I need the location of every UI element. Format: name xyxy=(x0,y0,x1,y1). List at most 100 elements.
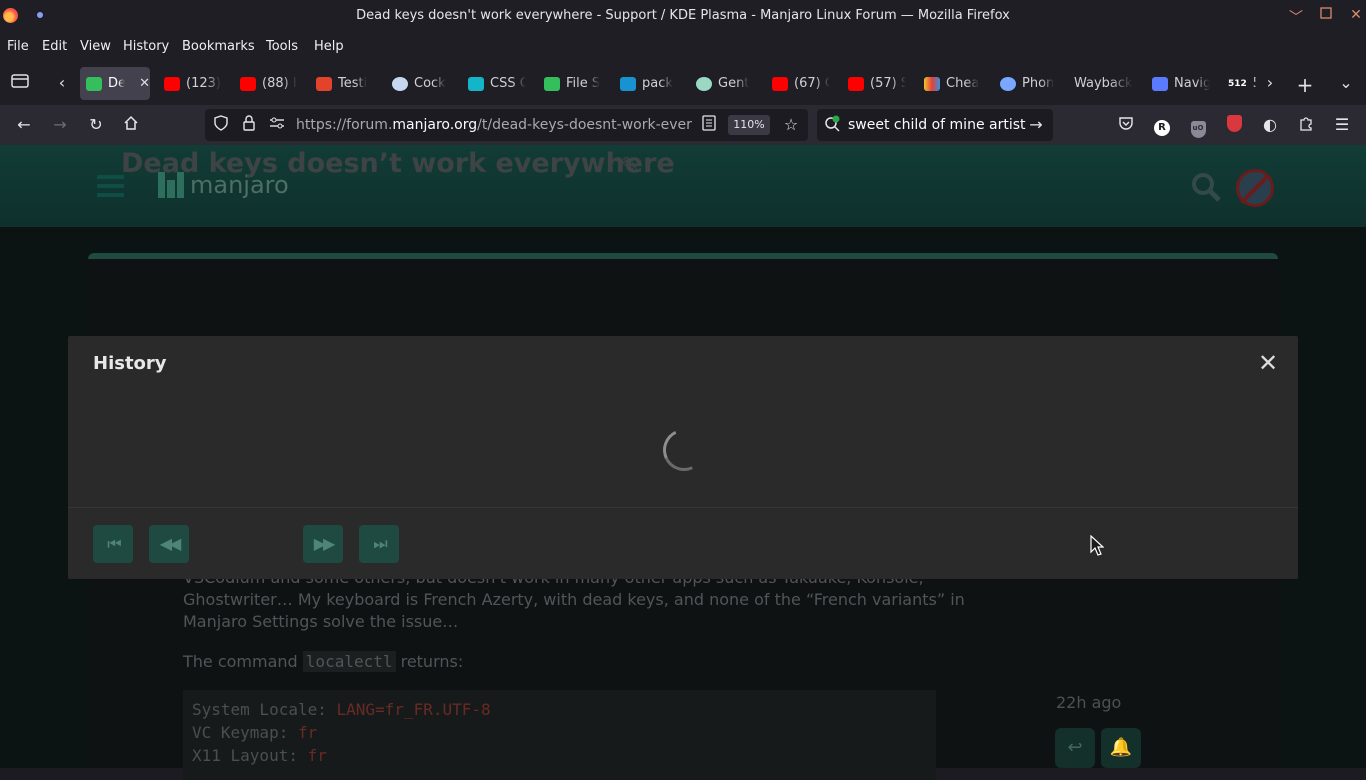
close-window-icon[interactable]: ✕ xyxy=(1348,7,1364,25)
menu-bookmarks[interactable]: Bookmarks xyxy=(182,39,255,54)
tab-youtube-1[interactable]: (123) xyxy=(158,67,228,100)
ublock-origin-icon[interactable]: uO xyxy=(1188,115,1208,138)
menu-edit[interactable]: Edit xyxy=(42,39,67,54)
user-avatar[interactable] xyxy=(1236,169,1274,207)
tracking-protection-shield-icon[interactable] xyxy=(211,115,231,135)
window-title: Dead keys doesn't work everywhere - Supp… xyxy=(356,8,1010,23)
close-modal-icon[interactable]: ✕ xyxy=(1256,350,1280,376)
tab-cheatsheet[interactable]: Chea xyxy=(918,67,988,100)
scroll-tabs-right-icon[interactable]: › xyxy=(1260,73,1280,93)
tab-youtube-4[interactable]: (57) S xyxy=(842,67,912,100)
pocket-icon[interactable] xyxy=(1116,115,1136,135)
code-value: fr xyxy=(297,723,318,742)
tab-gitlab[interactable]: Testi xyxy=(310,67,380,100)
forward-icon[interactable]: → xyxy=(50,115,70,135)
tab-css[interactable]: CSS C xyxy=(462,67,532,100)
code-line: VC Keymap: fr xyxy=(192,723,317,742)
tab-cockpit[interactable]: Cock xyxy=(386,67,456,100)
menu-file[interactable]: File xyxy=(7,39,29,54)
edit-pencil-icon[interactable]: ✎ xyxy=(620,152,640,180)
gitlab-favicon-icon xyxy=(316,76,332,91)
bookmark-star-icon[interactable]: ☆ xyxy=(781,115,801,135)
menu-history[interactable]: History xyxy=(123,39,169,54)
modal-divider xyxy=(68,507,1298,508)
tab-label: CSS C xyxy=(490,76,526,91)
loading-spinner-icon xyxy=(657,423,711,477)
tab-active[interactable]: De ✕ xyxy=(80,67,150,100)
reader-view-icon[interactable] xyxy=(699,115,719,135)
new-tab-icon[interactable]: + xyxy=(1295,73,1315,97)
search-go-icon[interactable]: → xyxy=(1026,115,1046,135)
tab-gentoo[interactable]: Gent xyxy=(690,67,760,100)
close-tab-icon[interactable]: ✕ xyxy=(139,76,150,91)
url-text[interactable]: https://forum.manjaro.org/t/dead-keys-do… xyxy=(296,117,692,133)
post-line: Manjaro Settings solve the issue… xyxy=(183,612,459,631)
tab-label: (88) I xyxy=(262,76,297,91)
permissions-icon[interactable] xyxy=(267,115,287,135)
zoom-level-button[interactable]: 110% xyxy=(728,115,770,135)
url-domain: manjaro.org xyxy=(392,117,478,133)
tab-512[interactable]: 512 5 xyxy=(1222,67,1256,100)
command-suffix: returns: xyxy=(395,652,464,671)
reply-icon[interactable]: ↩ xyxy=(1055,728,1095,768)
hamburger-menu-icon[interactable] xyxy=(97,175,124,197)
search-bar[interactable]: sweet child of mine artist → xyxy=(817,109,1053,141)
app-menu-icon[interactable]: ☰ xyxy=(1332,115,1352,135)
extensions-puzzle-icon[interactable] xyxy=(1296,115,1316,135)
lock-icon[interactable] xyxy=(239,115,259,135)
tab-arch-packages[interactable]: pack xyxy=(614,67,684,100)
tab-label: (67) C xyxy=(794,76,830,91)
previous-revision-button[interactable]: ◀◀ xyxy=(149,525,189,563)
post-line: Ghostwriter… My keyboard is French Azert… xyxy=(183,590,965,609)
last-revision-button[interactable]: ⏭ xyxy=(359,525,399,563)
mouse-cursor-icon xyxy=(1090,535,1104,556)
search-engine-icon[interactable] xyxy=(823,115,843,135)
tab-label: pack xyxy=(642,76,673,91)
privacy-badger-icon[interactable] xyxy=(1224,115,1244,135)
tab-youtube-3[interactable]: (67) C xyxy=(766,67,836,100)
dark-reader-icon[interactable]: ◐ xyxy=(1260,115,1280,135)
code-line: System Locale: LANG=fr_FR.UTF-8 xyxy=(192,700,491,719)
tab-phone[interactable]: Phon xyxy=(994,67,1064,100)
colors-favicon-icon xyxy=(924,76,940,91)
maximize-icon[interactable] xyxy=(1318,7,1334,25)
firefox-view-icon[interactable] xyxy=(10,73,30,93)
search-query[interactable]: sweet child of mine artist xyxy=(848,117,1026,133)
menu-view[interactable]: View xyxy=(80,39,111,54)
youtube-favicon-icon xyxy=(772,76,788,91)
home-icon[interactable] xyxy=(121,115,141,135)
first-revision-button[interactable]: ⏮ xyxy=(93,525,133,563)
profile-extension-icon[interactable]: R xyxy=(1152,115,1172,136)
nav-favicon-icon xyxy=(1152,76,1168,91)
post-command-line: The command localectl returns: xyxy=(183,651,463,673)
list-all-tabs-icon[interactable]: ⌄ xyxy=(1336,73,1356,93)
scroll-tabs-left-icon[interactable]: ‹ xyxy=(52,73,72,93)
topic-title: Dead keys doesn’t work everywhere xyxy=(121,148,675,179)
tab-wayback[interactable]: Wayback xyxy=(1068,67,1144,100)
tab-label: Gent xyxy=(718,76,750,91)
ublock-label: uO xyxy=(1190,121,1206,138)
command-prefix: The command xyxy=(183,652,303,671)
next-revision-button[interactable]: ▶▶ xyxy=(303,525,343,563)
tab-file[interactable]: File S xyxy=(538,67,608,100)
512-favicon-icon: 512 xyxy=(1228,78,1247,89)
navigation-toolbar: ← → ↻ https://forum.manjaro.org/t/dead-k… xyxy=(0,105,1366,145)
profile-letter: R xyxy=(1154,120,1170,136)
forum-search-icon[interactable] xyxy=(1190,171,1222,203)
url-bar[interactable]: https://forum.manjaro.org/t/dead-keys-do… xyxy=(205,109,808,141)
tab-label: Phon xyxy=(1022,76,1055,91)
tab-label: Navig xyxy=(1174,76,1210,91)
tab-youtube-2[interactable]: (88) I xyxy=(234,67,304,100)
reload-icon[interactable]: ↻ xyxy=(86,115,106,135)
tab-navigation[interactable]: Navig xyxy=(1146,67,1216,100)
menu-help[interactable]: Help xyxy=(314,39,344,54)
cockpit-favicon-icon xyxy=(392,76,408,91)
menu-bar: File Edit View History Bookmarks Tools H… xyxy=(0,33,1366,61)
notification-bell-icon[interactable]: 🔔 xyxy=(1101,728,1141,768)
arch-favicon-icon xyxy=(620,76,636,91)
tab-label: Wayback xyxy=(1074,76,1133,91)
css-favicon-icon xyxy=(468,76,484,91)
back-icon[interactable]: ← xyxy=(14,115,34,135)
minimize-icon[interactable]: ﹀ xyxy=(1288,7,1304,26)
menu-tools[interactable]: Tools xyxy=(266,39,298,54)
